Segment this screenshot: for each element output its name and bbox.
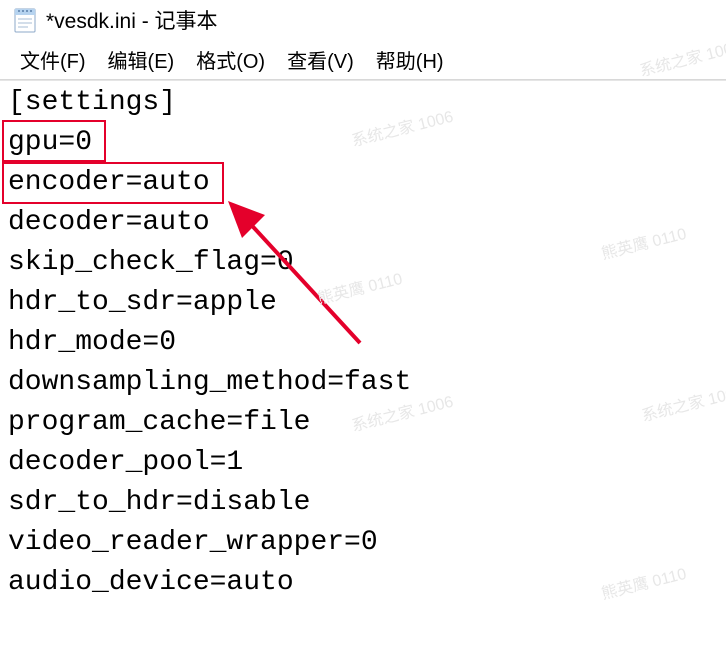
menu-view[interactable]: 查看(V) [279,42,362,77]
menu-edit[interactable]: 编辑(E) [100,42,183,77]
line: audio_device=auto [8,563,718,603]
notepad-icon [14,7,36,33]
line: hdr_to_sdr=apple [8,283,718,323]
title-bar: *vesdk.ini - 记事本 [0,0,726,40]
menu-format[interactable]: 格式(O) [188,42,273,77]
line: gpu=0 [8,123,718,163]
text-editor[interactable]: [settings] gpu=0 encoder=auto decoder=au… [0,80,726,605]
window-title: *vesdk.ini - 记事本 [46,5,218,35]
line: encoder=auto [8,163,718,203]
menu-bar: 文件(F) 编辑(E) 格式(O) 查看(V) 帮助(H) [0,40,726,80]
line: hdr_mode=0 [8,323,718,363]
line: [settings] [8,83,718,123]
menu-help[interactable]: 帮助(H) [368,42,452,77]
line: decoder=auto [8,203,718,243]
line: downsampling_method=fast [8,363,718,403]
menu-file[interactable]: 文件(F) [12,42,94,77]
line: program_cache=file [8,403,718,443]
line: video_reader_wrapper=0 [8,523,718,563]
line: skip_check_flag=0 [8,243,718,283]
line: decoder_pool=1 [8,443,718,483]
line: sdr_to_hdr=disable [8,483,718,523]
